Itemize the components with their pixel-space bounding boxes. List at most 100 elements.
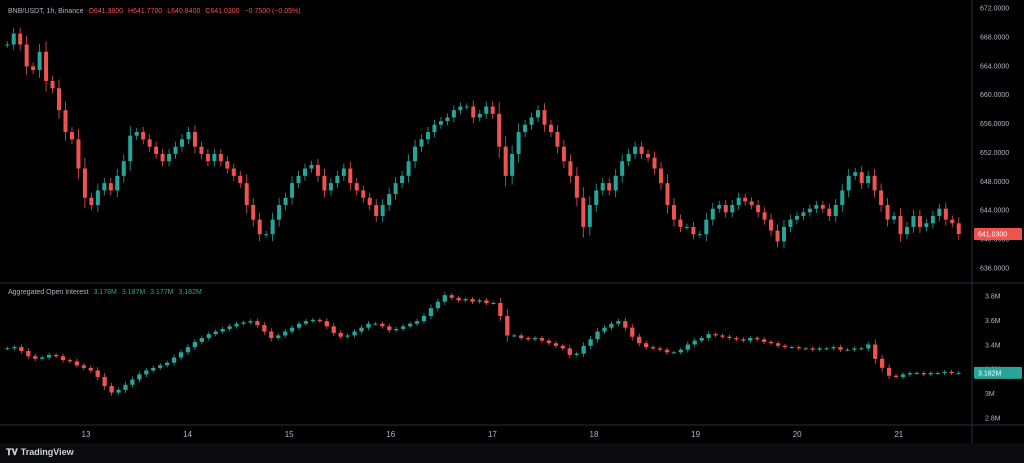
price-candle-body [205,153,210,162]
price-candle-body [348,168,353,184]
oi-candle-body [185,347,191,353]
oi-candle-body [498,302,503,316]
price-candle-body [917,215,922,227]
oi-candle-body [623,321,628,328]
oi-candle-body [171,357,177,363]
oi-candle-body [484,300,489,303]
oi-candle-body [734,338,739,340]
price-candle-body [568,161,573,176]
oi-candle-body [394,328,399,331]
price-candle-body [587,205,592,227]
price-candle-body [555,132,560,147]
oi-candle-body [269,331,274,339]
oi-candle-body [942,371,947,374]
oi-title[interactable]: Aggregated Open Interest [8,289,89,296]
price-candle-body [937,208,942,216]
oi-candle-body [886,367,892,376]
price-candle-body [419,139,424,147]
price-candle-body [665,183,670,206]
tradingview-logo[interactable]: 𝐓𝐕 TradingView [6,447,74,458]
price-candle-body [445,117,450,122]
price-candle-body [154,146,159,154]
price-candle-body [186,132,191,140]
price-candle-body [180,139,185,147]
price-candle-body [451,110,456,118]
oi-candle-body [60,356,66,361]
oi-candle-body [206,334,211,339]
oi-candle-body [824,348,829,350]
oi-candle-body [810,348,815,350]
oi-candle-body [380,323,385,327]
price-candle-body [290,183,295,198]
price-candle-body [620,161,625,176]
price-candle-body [147,139,152,147]
price-candle-body [859,172,864,184]
x-tick-label: 18 [590,430,599,439]
oi-candle-body [88,367,93,371]
oi-candle-body [512,335,517,337]
oi-candle-body [359,327,364,332]
oi-candle-body [276,335,281,339]
price-candle-body [769,219,774,231]
price-candle-body [866,175,871,184]
symbol-label[interactable]: BNB/USDT, 1h, Binance [8,8,83,15]
oi-candle-body [463,299,468,301]
oi-candle-body [310,319,316,322]
oi-close-value: 3.182M [178,289,202,296]
price-candle-body [283,197,288,206]
oi-candle-body [26,351,31,357]
oi-candle-body [692,340,697,345]
price-candle-body [225,161,230,169]
oi-candle-body [678,349,683,353]
price-candle-body [121,161,126,176]
price-candle-body [367,197,372,206]
price-candle-body [659,168,664,184]
price-candle-body [37,51,42,71]
price-candle-body [50,80,55,89]
price-candle-body [529,117,534,125]
price-candle-body [762,212,767,220]
oi-candle-body [130,379,135,385]
oi-candle-body [852,348,857,350]
oi-candle-body [574,353,579,355]
oi-candle-body [116,389,121,393]
price-candle-body [44,51,49,81]
oi-candle-body [248,321,253,323]
chart-canvas[interactable]: 672.0000 668.0000 664.0000 660.0000 656.0000… [0,0,1024,443]
price-candle-body [102,183,107,191]
oi-candle-body [720,335,725,337]
price-candle-body [374,205,379,216]
price-y-tick-label: 644.0000 [980,208,1009,215]
price-candle-body [361,190,366,198]
price-candle-body [464,106,469,108]
price-candle-body [633,146,638,154]
oi-candle-body [428,308,434,316]
oi-candle-body [12,347,17,349]
price-candle-body [885,205,890,220]
oi-candle-body [699,338,704,341]
price-candle-body [853,172,858,176]
oi-y-tick-label: 3M [985,391,995,398]
oi-candle-body [706,334,711,339]
price-candle-body [743,197,748,202]
x-tick-label: 19 [691,430,700,439]
oi-candle-body [491,302,496,304]
price-candle-body [115,175,120,191]
oi-candle-body [401,326,406,329]
oi-candle-body [789,347,795,349]
oi-candle-body [782,345,788,348]
oi-candle-body [755,338,760,340]
oi-y-tick-label: 2.8M [985,416,1001,423]
price-candle-body [678,219,683,227]
price-candle-body [697,234,702,236]
price-candle-body [581,197,586,227]
oi-candle-body [387,326,392,331]
oi-candle-body [630,327,635,337]
oi-candle-body [831,347,836,349]
price-candle-body [387,194,392,206]
price-candle-body [781,226,786,242]
price-candle-body [231,168,236,176]
price-y-tick-label: 648.0000 [980,179,1009,186]
oi-candle-body [803,348,808,350]
oi-candle-body [19,347,24,352]
